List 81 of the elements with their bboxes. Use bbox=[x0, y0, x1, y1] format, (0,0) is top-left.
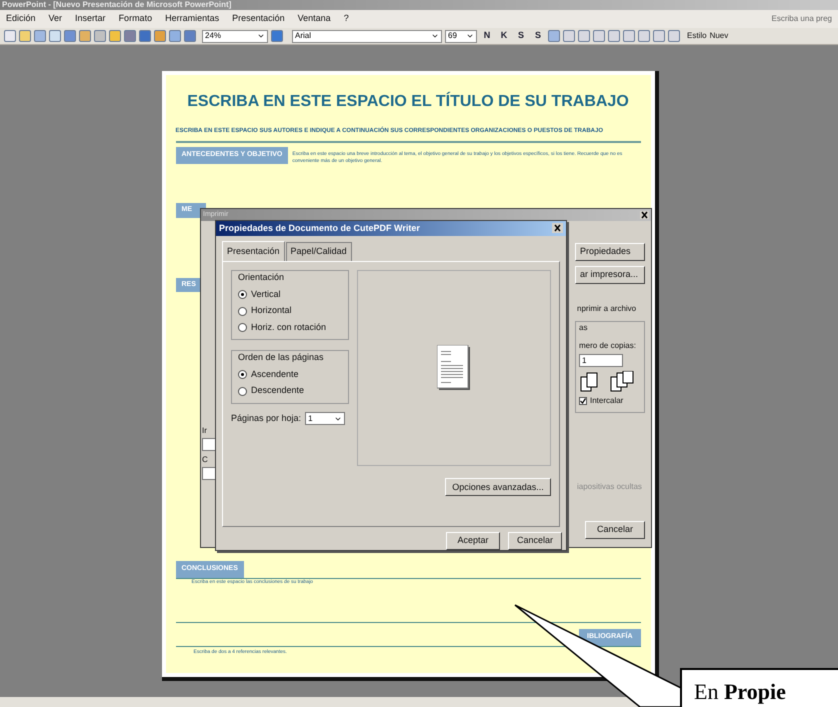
toolbar-icon[interactable] bbox=[154, 30, 166, 42]
menu-item[interactable]: Edición bbox=[6, 12, 36, 26]
toolbar-icon[interactable] bbox=[184, 30, 196, 42]
toolbar-icon[interactable] bbox=[109, 30, 121, 42]
menu-item[interactable]: Insertar bbox=[75, 12, 106, 26]
dialog-title: Propiedades de Documento de CutePDF Writer bbox=[219, 222, 420, 235]
menu-item[interactable]: Presentación bbox=[232, 12, 285, 26]
tab[interactable]: Papel/Calidad bbox=[286, 242, 352, 262]
toolbar-icon[interactable] bbox=[608, 30, 620, 42]
toolbar-icon[interactable] bbox=[563, 30, 575, 42]
toolbar-icon[interactable] bbox=[653, 30, 665, 42]
format-button[interactable]: K bbox=[497, 29, 511, 43]
toolbar-icon[interactable] bbox=[34, 30, 46, 42]
style-button[interactable]: Estilo bbox=[687, 30, 707, 42]
toolbar-icon[interactable] bbox=[94, 30, 106, 42]
dialog-button[interactable]: Propiedades bbox=[575, 243, 645, 261]
radio-label: Ascendente bbox=[251, 368, 299, 381]
toolbar-icon[interactable] bbox=[623, 30, 635, 42]
group-label: Orientación bbox=[238, 271, 286, 284]
menu-item[interactable]: Ver bbox=[48, 12, 62, 26]
radio-button[interactable] bbox=[238, 386, 247, 396]
zoom-dropdown[interactable]: 24% bbox=[202, 30, 268, 42]
checkbox-label: Intercalar bbox=[590, 395, 624, 407]
dialog-button[interactable]: Cancelar bbox=[508, 532, 562, 550]
toolbar-icon[interactable] bbox=[169, 30, 181, 42]
dialog-button[interactable]: Cancelar bbox=[585, 521, 645, 539]
close-icon[interactable] bbox=[552, 223, 563, 234]
window-title: PowerPoint - [Nuevo Presentación de Microsoft PowerPoint] bbox=[2, 0, 232, 10]
menu-item[interactable]: ? bbox=[344, 12, 349, 26]
group-label: as bbox=[579, 322, 588, 334]
toolbar-icon[interactable] bbox=[79, 30, 91, 42]
field-label: Páginas por hoja: bbox=[231, 412, 302, 425]
font-dropdown[interactable]: Arial bbox=[292, 30, 442, 42]
menu-item[interactable]: Formato bbox=[118, 12, 152, 26]
hidden-slides-label: iapositivas ocultas bbox=[576, 481, 642, 493]
toolbar-icon[interactable] bbox=[124, 30, 136, 42]
radio-label: Horizontal bbox=[251, 304, 292, 318]
toolbar-icon[interactable] bbox=[19, 30, 31, 42]
slide-title: ESCRIBA EN ESTE ESPACIO EL TÍTULO DE SU TRABAJO bbox=[186, 90, 630, 112]
toolbar-icon[interactable] bbox=[593, 30, 605, 42]
close-icon[interactable] bbox=[640, 211, 649, 219]
toolbar-icon[interactable] bbox=[64, 30, 76, 42]
help-field[interactable]: Escriba una preg bbox=[772, 13, 832, 25]
toolbar-icon[interactable] bbox=[638, 30, 650, 42]
menu-item[interactable]: Herramientas bbox=[165, 12, 220, 26]
format-button[interactable]: S bbox=[531, 29, 545, 43]
group-label: Orden de las páginas bbox=[238, 351, 325, 364]
page-preview-icon bbox=[437, 345, 471, 392]
toolbar-icon[interactable] bbox=[668, 30, 680, 42]
print-to-file-label: nprimir a archivo bbox=[576, 303, 636, 315]
toolbar-icon[interactable] bbox=[139, 30, 151, 42]
format-button[interactable]: S bbox=[514, 29, 528, 43]
field-label: Ir bbox=[202, 425, 208, 437]
toolbar-icon[interactable] bbox=[4, 30, 16, 42]
field-label: C bbox=[202, 454, 209, 466]
tab[interactable]: Presentación bbox=[222, 240, 285, 262]
radio-label: Horiz. con rotación bbox=[251, 320, 326, 334]
toolbar-icon[interactable] bbox=[548, 30, 560, 42]
toolbar-icon[interactable] bbox=[271, 30, 283, 42]
radio-button[interactable] bbox=[238, 323, 247, 332]
copies-spinner[interactable]: 1 bbox=[579, 354, 623, 367]
menu-item[interactable]: Ventana bbox=[298, 12, 331, 26]
radio-button[interactable] bbox=[238, 290, 247, 300]
copies-label: mero de copias: bbox=[579, 340, 637, 352]
radio-label: Descendente bbox=[251, 384, 304, 398]
toolbar-icon[interactable] bbox=[49, 30, 61, 42]
format-button[interactable]: N bbox=[480, 29, 494, 43]
checkbox[interactable] bbox=[579, 397, 587, 405]
toolbar-icon[interactable] bbox=[578, 30, 590, 42]
dialog-button[interactable]: Aceptar bbox=[446, 532, 500, 550]
dialog-button[interactable]: Opciones avanzadas... bbox=[445, 478, 551, 496]
radio-button[interactable] bbox=[238, 370, 247, 380]
size-dropdown[interactable]: 69 bbox=[445, 30, 477, 42]
callout-text: En Propie bbox=[694, 679, 786, 704]
dialog-button[interactable]: ar impresora... bbox=[575, 266, 645, 284]
input-field[interactable] bbox=[202, 467, 216, 480]
radio-button[interactable] bbox=[238, 306, 247, 316]
pages-dropdown[interactable]: 1 bbox=[305, 412, 346, 426]
new-button[interactable]: Nuev bbox=[710, 30, 728, 42]
radio-label: Vertical bbox=[251, 288, 281, 301]
input-field[interactable] bbox=[202, 438, 216, 451]
